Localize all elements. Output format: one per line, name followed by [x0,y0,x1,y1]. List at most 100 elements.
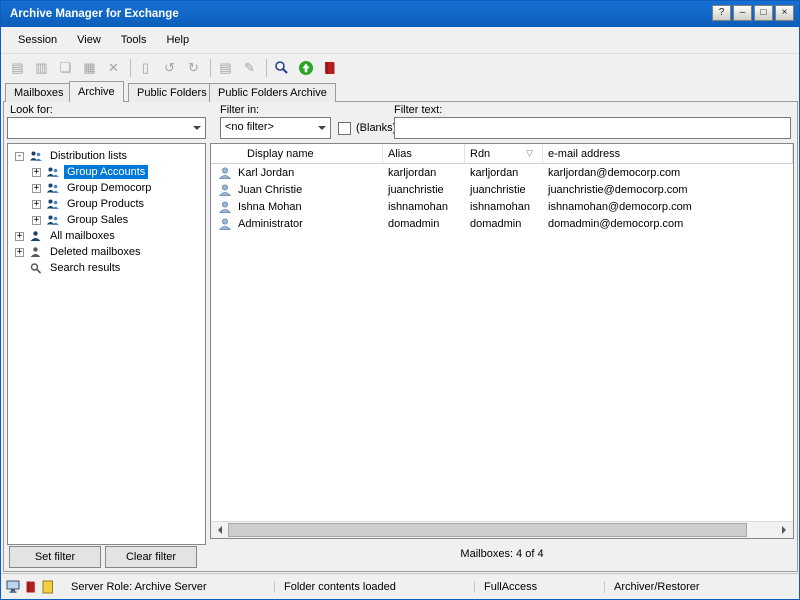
tab-archive[interactable]: Archive [69,81,124,102]
filter-in-value: <no filter> [221,118,314,138]
cell-display-name: Administrator [238,218,303,230]
tab-mailboxes[interactable]: Mailboxes [5,83,73,102]
cell-rdn: karljordan [465,167,543,179]
folder-tree: - Distribution lists + Group Accounts + … [7,143,206,545]
collapse-icon[interactable]: - [15,152,24,161]
server-icon [6,579,22,594]
scroll-left-button[interactable] [211,522,228,538]
group-icon [46,214,60,227]
group-icon [46,198,60,211]
scrollbar-thumb[interactable] [228,523,747,537]
new-item-icon[interactable]: ▥ [32,58,51,78]
delete-icon[interactable]: ✕ [104,58,123,78]
mailbox-user-icon [218,217,232,231]
tree-item-group-sales[interactable]: + Group Sales [8,212,205,228]
window-title: Archive Manager for Exchange [1,8,179,20]
look-for-input[interactable] [8,118,189,138]
table-row[interactable]: Juan Christie juanchristie juanchristie … [211,181,793,198]
tree-item-distribution-lists[interactable]: - Distribution lists [8,148,205,164]
refresh-icon[interactable]: ↺ [160,58,179,78]
tree-item-deleted-mailboxes[interactable]: + Deleted mailboxes [8,244,205,260]
expand-icon[interactable]: + [15,248,24,257]
cell-alias: juanchristie [383,184,465,196]
status-access: FullAccess [474,581,604,593]
table-row[interactable]: Ishna Mohan ishnamohan ishnamohan ishnam… [211,198,793,215]
restore-button[interactable]: □ [754,5,773,21]
deleted-mailboxes-icon [29,246,43,259]
paste-icon[interactable]: ▦ [80,58,99,78]
document-status-icon [42,579,58,594]
filter-text-input[interactable] [394,117,791,139]
cell-display-name: Karl Jordan [238,167,294,179]
cell-rdn: juanchristie [465,184,543,196]
reload-icon[interactable]: ↻ [184,58,203,78]
group-icon [46,182,60,195]
toolbar-separator [210,59,211,77]
cell-alias: domadmin [383,218,465,230]
log-book-icon [24,579,40,594]
minimize-button[interactable]: – [733,5,752,21]
look-for-combobox[interactable] [7,117,206,139]
title-bar: Archive Manager for Exchange ? – □ × [1,1,799,27]
menu-view[interactable]: View [67,30,111,50]
clear-filter-button[interactable]: Clear filter [105,546,197,568]
log-book-icon[interactable] [320,58,339,78]
cell-rdn: ishnamohan [465,201,543,213]
copy-icon[interactable]: ❏ [56,58,75,78]
mailbox-user-icon [218,183,232,197]
document-icon[interactable]: ▯ [136,58,155,78]
cell-display-name: Juan Christie [238,184,302,196]
distribution-lists-icon [29,150,43,163]
cell-email: domadmin@democorp.com [543,218,793,230]
online-status-icon[interactable] [296,58,315,78]
set-filter-button[interactable]: Set filter [9,546,101,568]
toolbar-separator [266,59,267,77]
column-header-label: Rdn [470,148,490,160]
tree-item-label: Search results [47,261,123,275]
close-button[interactable]: × [775,5,794,21]
expand-icon[interactable]: + [32,184,41,193]
tab-public-folders[interactable]: Public Folders [128,83,216,102]
blanks-checkbox[interactable] [338,122,351,135]
open-archive-icon[interactable]: ▤ [8,58,27,78]
cell-rdn: domadmin [465,218,543,230]
tree-item-search-results[interactable]: Search results [8,260,205,276]
filter-in-label: Filter in: [220,104,259,116]
search-icon[interactable] [272,58,291,78]
group-icon [46,166,60,179]
notes-icon[interactable]: ▤ [216,58,235,78]
column-header-rdn[interactable]: Rdn ▽ [465,144,543,163]
expand-icon[interactable]: + [32,216,41,225]
tree-item-label: Group Democorp [64,181,154,195]
expand-icon[interactable]: + [32,200,41,209]
table-row[interactable]: Administrator domadmin domadmin domadmin… [211,215,793,232]
column-header-display-name[interactable]: Display name [211,144,383,163]
tree-item-label: All mailboxes [47,229,118,243]
tree-item-group-products[interactable]: + Group Products [8,196,205,212]
menu-help[interactable]: Help [156,30,199,50]
blanks-option: (Blanks) [338,117,396,139]
look-for-label: Look for: [10,104,53,116]
expand-icon[interactable]: + [15,232,24,241]
menu-session[interactable]: Session [8,30,67,50]
tree-item-group-accounts[interactable]: + Group Accounts [8,164,205,180]
chevron-down-icon[interactable] [314,118,330,138]
expand-icon[interactable]: + [32,168,41,177]
horizontal-scrollbar[interactable] [211,521,793,538]
cell-email: karljordan@democorp.com [543,167,793,179]
cell-display-name: Ishna Mohan [238,201,302,213]
column-header-alias[interactable]: Alias [383,144,465,163]
tree-item-group-democorp[interactable]: + Group Democorp [8,180,205,196]
table-row[interactable]: Karl Jordan karljordan karljordan karljo… [211,164,793,181]
chevron-down-icon[interactable] [189,118,205,138]
scroll-right-button[interactable] [776,522,793,538]
column-header-email[interactable]: e-mail address [543,144,793,163]
filter-in-select[interactable]: <no filter> [220,117,331,139]
annotate-icon[interactable]: ✎ [240,58,259,78]
status-bar: Server Role: Archive Server Folder conte… [1,573,799,599]
cell-email: juanchristie@democorp.com [543,184,793,196]
tree-item-all-mailboxes[interactable]: + All mailboxes [8,228,205,244]
menu-tools[interactable]: Tools [111,30,157,50]
tab-public-folders-archive[interactable]: Public Folders Archive [209,83,336,102]
help-button[interactable]: ? [712,5,731,21]
